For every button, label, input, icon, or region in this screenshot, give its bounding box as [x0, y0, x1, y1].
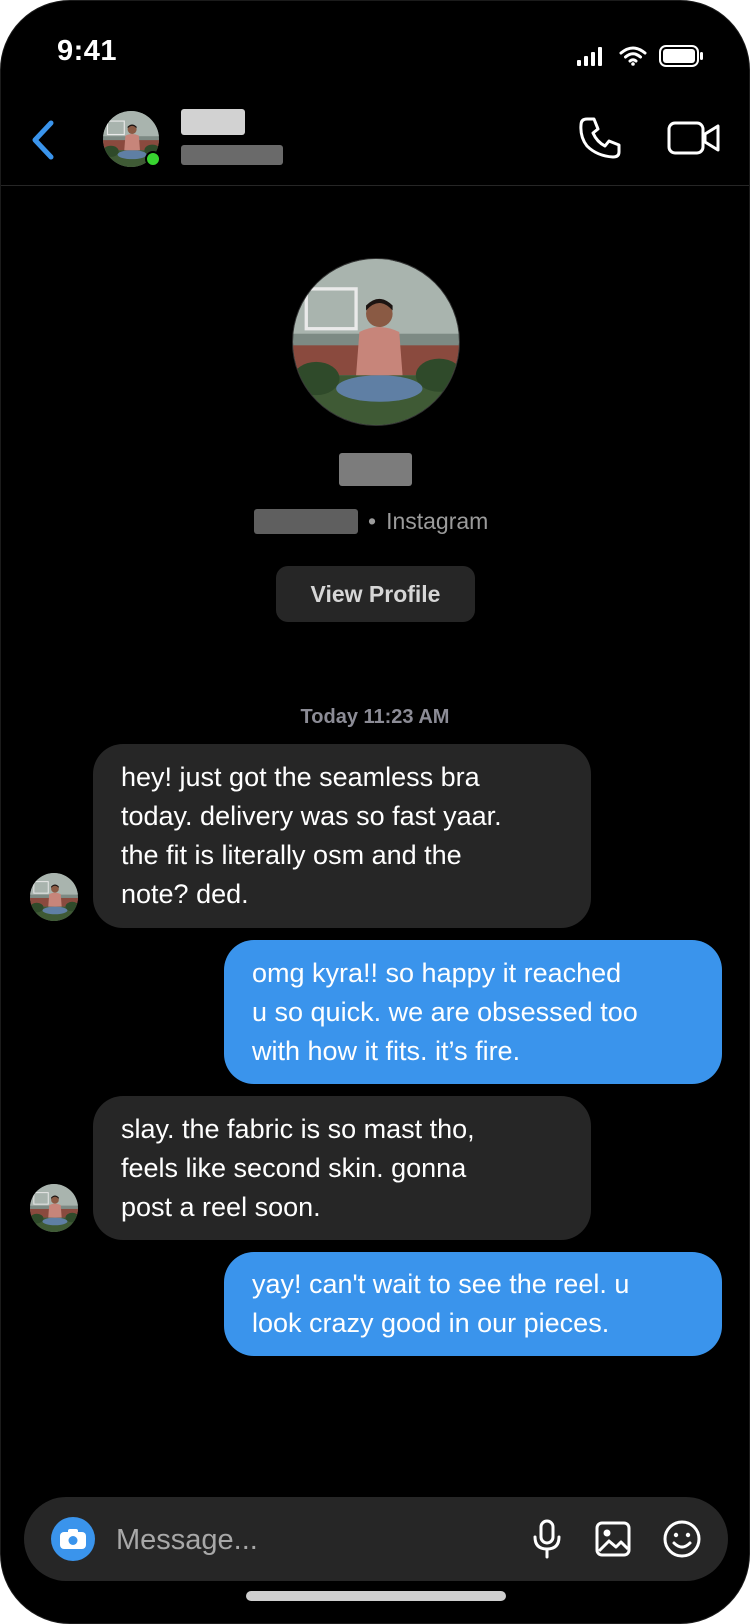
phone-screen: 9:41 • Instagram View Profile Today 11:2…: [0, 0, 750, 1624]
platform-label: Instagram: [386, 507, 489, 534]
message-composer: [24, 1497, 728, 1581]
profile-name-redacted: [339, 453, 412, 486]
video-camera-icon[interactable]: [667, 119, 721, 157]
sender-avatar: [30, 1184, 78, 1232]
separator-dot: •: [368, 507, 377, 534]
profile-handle-redacted: [254, 508, 358, 534]
chevron-left-icon[interactable]: [27, 117, 59, 163]
message-bubble-outgoing[interactable]: omg kyra!! so happy it reached u so quic…: [224, 940, 722, 1084]
wifi-icon: [619, 46, 647, 66]
home-indicator[interactable]: [246, 1591, 506, 1601]
phone-icon[interactable]: [577, 115, 623, 161]
status-icons: [577, 45, 705, 67]
microphone-icon[interactable]: [530, 1519, 564, 1559]
status-time: 9:41: [57, 35, 118, 67]
view-profile-button[interactable]: View Profile: [276, 566, 475, 622]
online-status-dot: [145, 151, 161, 167]
message-input[interactable]: [114, 1519, 478, 1561]
image-icon[interactable]: [594, 1519, 632, 1559]
message-bubble-incoming[interactable]: hey! just got the seamless bra today. de…: [93, 744, 591, 928]
battery-icon: [659, 45, 703, 67]
contact-handle-redacted: [181, 145, 283, 165]
signal-icon: [577, 47, 602, 66]
message-bubble-outgoing[interactable]: yay! can't wait to see the reel. u look …: [224, 1252, 722, 1356]
smiley-icon[interactable]: [662, 1519, 702, 1559]
chat-timestamp: Today 11:23 AM: [300, 706, 450, 728]
profile-subtitle: • Instagram: [254, 506, 488, 536]
contact-name-redacted[interactable]: [181, 109, 245, 135]
chat-header: [1, 97, 749, 186]
message-bubble-incoming[interactable]: slay. the fabric is so mast tho, feels l…: [93, 1096, 591, 1240]
camera-icon: [60, 1529, 86, 1549]
profile-photo[interactable]: [292, 258, 460, 426]
camera-button[interactable]: [51, 1517, 95, 1561]
sender-avatar: [30, 873, 78, 921]
